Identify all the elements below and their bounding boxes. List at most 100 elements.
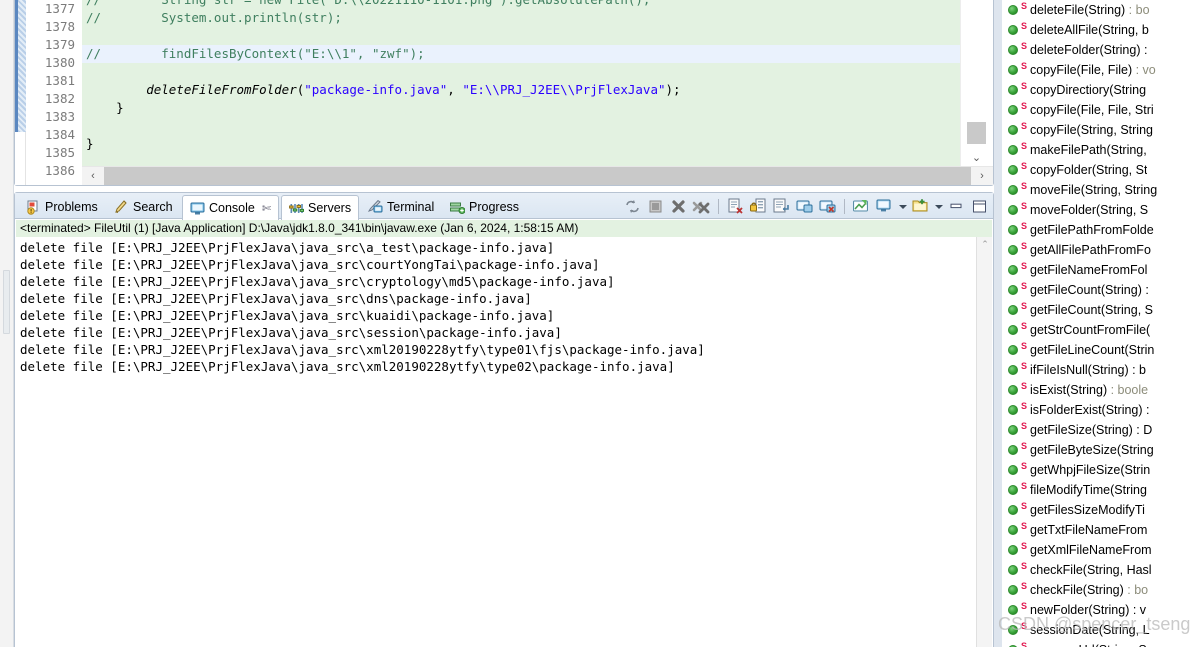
open-console-icon[interactable]	[875, 197, 894, 216]
outline-item[interactable]: SdeleteAllFile(String, b	[1002, 20, 1202, 40]
outline-item[interactable]: SmakeFilePath(String,	[1002, 140, 1202, 160]
public-method-icon	[1008, 65, 1018, 75]
tab-problems[interactable]: Problems	[19, 195, 105, 219]
display-selected-console-icon[interactable]	[852, 197, 871, 216]
outline-item-label: getFileNameFromFol	[1030, 263, 1148, 277]
tab-terminal[interactable]: Terminal	[361, 195, 441, 219]
tab-search[interactable]: Search	[107, 195, 180, 219]
outline-item[interactable]: SgetTxtFileNameFrom	[1002, 520, 1202, 540]
remove-all-terminated-icon[interactable]	[692, 197, 711, 216]
outline-item[interactable]: SgetXmlFileNameFrom	[1002, 540, 1202, 560]
outline-item[interactable]: SfileModifyTime(String	[1002, 480, 1202, 500]
outline-item[interactable]: SifFileIsNull(String) : b	[1002, 360, 1202, 380]
outline-item[interactable]: SmoveFile(String, String	[1002, 180, 1202, 200]
outline-item[interactable]: SdeleteFolder(String) :	[1002, 40, 1202, 60]
terminate-icon[interactable]	[646, 197, 665, 216]
relaunch-icon[interactable]	[623, 197, 642, 216]
console-vertical-scrollbar[interactable]: ⌃	[976, 237, 992, 647]
outline-item-label: isExist(String) : boole	[1030, 383, 1149, 397]
code-line[interactable]: deleteFileFromFolder("package-info.java"…	[82, 81, 960, 99]
new-console-view-icon[interactable]	[911, 197, 930, 216]
outline-item[interactable]: SisFolderExist(String) :	[1002, 400, 1202, 420]
new-console-dropdown-caret-icon[interactable]	[934, 197, 943, 216]
outline-item[interactable]: SmoveFolder(String, S	[1002, 200, 1202, 220]
outline-item[interactable]: SnewFolder(String) : v	[1002, 600, 1202, 620]
outline-item[interactable]: SdeleteFile(String) : bo	[1002, 0, 1202, 20]
outline-item[interactable]: ScopyFile(File, File, Stri	[1002, 100, 1202, 120]
outline-item[interactable]: SgetFileCount(String, S	[1002, 300, 1202, 320]
code-line[interactable]: // System.out.println(str);	[82, 9, 960, 27]
console-scroll-up-arrow[interactable]: ⌃	[977, 237, 993, 252]
tab-progress[interactable]: Progress	[443, 195, 526, 219]
public-method-icon	[1008, 145, 1018, 155]
outline-item[interactable]: SgetFileNameFromFol	[1002, 260, 1202, 280]
outline-item[interactable]: SgetWhpjFileSize(Strin	[1002, 460, 1202, 480]
outline-item[interactable]: SgetFileSize(String) : D	[1002, 420, 1202, 440]
word-wrap-icon[interactable]	[772, 197, 791, 216]
outline-sash[interactable]	[994, 0, 1002, 647]
console-output-line: delete file [E:\PRJ_J2EE\PrjFlexJava\jav…	[20, 308, 555, 323]
outline-item[interactable]: SisExist(String) : boole	[1002, 380, 1202, 400]
console-output-area[interactable]: delete file [E:\PRJ_J2EE\PrjFlexJava\jav…	[16, 237, 976, 647]
outline-item[interactable]: SgetFileLineCount(Strin	[1002, 340, 1202, 360]
editor-vertical-scrollbar[interactable]: ⌄	[960, 0, 993, 166]
editor-scroll-down-arrow[interactable]: ⌄	[967, 150, 986, 166]
minimize-icon[interactable]	[947, 197, 966, 216]
outline-item[interactable]: ScheckFile(String) : bo	[1002, 580, 1202, 600]
code-text-area[interactable]: // String str = new File("D:\\20221110-1…	[82, 0, 960, 166]
public-method-icon	[1008, 525, 1018, 535]
outline-view[interactable]: SdeleteFile(String) : bo SdeleteAllFile(S…	[1002, 0, 1202, 647]
tab-console[interactable]: Console ✄	[182, 195, 280, 220]
public-method-icon	[1008, 45, 1018, 55]
tab-label: Console	[209, 201, 255, 215]
outline-item[interactable]: ScompareUrl(String, S	[1002, 640, 1202, 647]
code-line[interactable]: // findFilesByContext("E:\\1", "zwf");	[82, 45, 960, 63]
code-token-comment: // System.out.println(str);	[86, 10, 342, 25]
outline-item[interactable]: SgetFilePathFromFolde	[1002, 220, 1202, 240]
code-line[interactable]: // String str = new File("D:\\20221110-1…	[82, 0, 960, 9]
outline-item[interactable]: ScopyFile(File, File) : vo	[1002, 60, 1202, 80]
code-line[interactable]: }	[82, 99, 960, 117]
static-modifier-marker: S	[1021, 1, 1028, 11]
open-console-dropdown-caret-icon[interactable]	[898, 197, 907, 216]
scroll-lock-icon[interactable]	[749, 197, 768, 216]
tab-label: Search	[133, 200, 173, 214]
code-line[interactable]	[82, 117, 960, 135]
outline-item[interactable]: ScopyFolder(String, St	[1002, 160, 1202, 180]
outline-item[interactable]: SgetStrCountFromFile(	[1002, 320, 1202, 340]
line-number: 1379	[44, 37, 75, 52]
public-method-icon	[1008, 245, 1018, 255]
outline-item[interactable]: SgetFileByteSize(String	[1002, 440, 1202, 460]
code-line[interactable]	[82, 27, 960, 45]
editor-vscroll-thumb[interactable]	[967, 122, 986, 144]
public-method-icon	[1008, 605, 1018, 615]
static-modifier-marker: S	[1021, 141, 1028, 151]
outline-item[interactable]: ScopyFile(String, String	[1002, 120, 1202, 140]
sash-handle[interactable]	[3, 270, 10, 334]
console-output-line: delete file [E:\PRJ_J2EE\PrjFlexJava\jav…	[20, 359, 675, 374]
maximize-icon[interactable]	[970, 197, 989, 216]
tab-close-icon[interactable]: ✄	[262, 202, 271, 215]
public-method-icon	[1008, 165, 1018, 175]
tab-servers[interactable]: Servers	[281, 195, 360, 220]
outline-item[interactable]: ScopyDirectiory(String	[1002, 80, 1202, 100]
outline-item[interactable]: SgetAllFilePathFromFo	[1002, 240, 1202, 260]
pin-console-icon[interactable]	[818, 197, 837, 216]
editor-horizontal-scrollbar[interactable]: ‹ ›	[82, 166, 993, 185]
outline-item[interactable]: ScheckFile(String, Hasl	[1002, 560, 1202, 580]
editor-scroll-right-arrow[interactable]: ›	[971, 167, 993, 185]
outline-item[interactable]: SsessionDate(String, L	[1002, 620, 1202, 640]
outline-item-label: getFilePathFromFolde	[1030, 223, 1154, 237]
clear-console-icon[interactable]	[726, 197, 745, 216]
outline-item[interactable]: SgetFileCount(String) :	[1002, 280, 1202, 300]
code-line[interactable]	[82, 153, 960, 166]
code-line[interactable]: }	[82, 135, 960, 153]
remove-launch-icon[interactable]	[669, 197, 688, 216]
static-modifier-marker: S	[1021, 541, 1028, 551]
show-console-on-output-icon[interactable]	[795, 197, 814, 216]
code-token-comment: // findFilesByContext("E:\\1", "zwf");	[86, 46, 425, 61]
editor-scroll-left-arrow[interactable]: ‹	[82, 167, 104, 185]
outline-item-return-type: : bo	[1123, 583, 1149, 597]
outline-item[interactable]: SgetFilesSizeModifyTi	[1002, 500, 1202, 520]
code-line[interactable]	[82, 63, 960, 81]
